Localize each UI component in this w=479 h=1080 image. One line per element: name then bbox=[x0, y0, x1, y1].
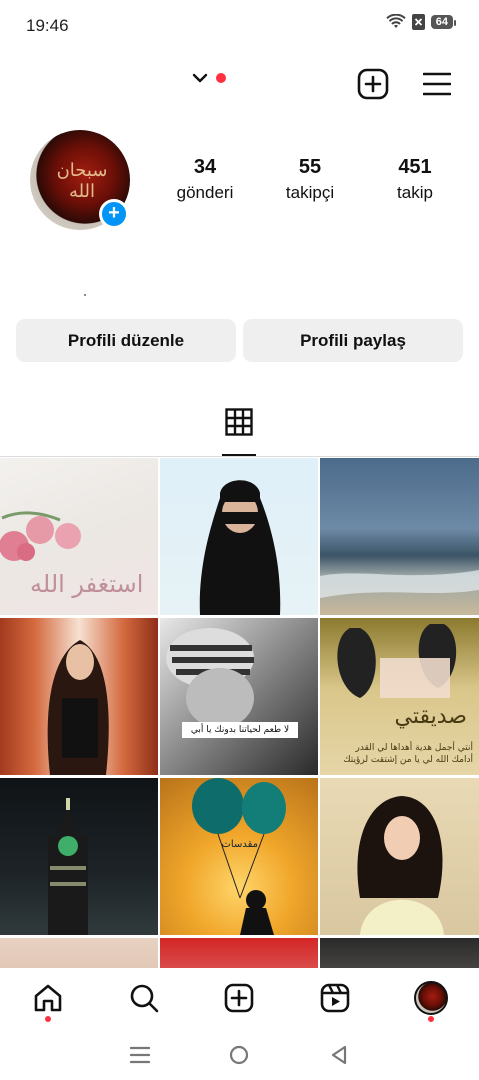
nav-reels[interactable] bbox=[315, 978, 355, 1018]
grid-icon bbox=[225, 408, 253, 436]
stat-label: gönderi bbox=[176, 183, 234, 202]
nav-search[interactable] bbox=[124, 978, 164, 1018]
avatar-container: سبحان الله + bbox=[30, 130, 130, 230]
post-thumbnail[interactable]: استغفر الله bbox=[0, 458, 158, 615]
stat-following[interactable]: 451 takip bbox=[370, 156, 460, 203]
profile-avatar bbox=[414, 981, 449, 1015]
share-profile-button[interactable]: Profili paylaş bbox=[243, 319, 463, 362]
add-story-button[interactable]: + bbox=[99, 199, 129, 229]
nav-home[interactable] bbox=[28, 978, 68, 1022]
stat-posts[interactable]: 34 gönderi bbox=[160, 156, 250, 203]
back-icon bbox=[332, 1045, 347, 1065]
nav-profile[interactable] bbox=[411, 978, 451, 1022]
recents-button[interactable] bbox=[127, 1042, 153, 1068]
edit-profile-button[interactable]: Profili düzenle bbox=[16, 319, 236, 362]
top-bar bbox=[0, 60, 479, 110]
stat-count: 55 bbox=[298, 156, 322, 178]
post-caption-title: صديقتي bbox=[394, 704, 467, 729]
no-sim-icon bbox=[411, 14, 425, 30]
stat-count: 34 bbox=[193, 156, 217, 178]
post-caption: لا طعم لحياتنا بدونك يا أبي bbox=[182, 722, 298, 738]
post-thumbnail[interactable] bbox=[160, 458, 318, 615]
battery-icon: 64 bbox=[430, 15, 457, 29]
system-nav bbox=[0, 1030, 479, 1080]
top-actions bbox=[357, 68, 451, 100]
new-post-icon[interactable] bbox=[357, 68, 389, 100]
posts-grid: استغفر الله لا طعم لحياتنا بدونك يا أبي bbox=[0, 458, 479, 968]
account-switcher[interactable] bbox=[192, 72, 226, 84]
post-thumbnail[interactable] bbox=[0, 778, 158, 935]
nav-create[interactable] bbox=[219, 978, 259, 1018]
post-thumbnail[interactable] bbox=[160, 938, 318, 968]
post-caption: مقدسات bbox=[221, 839, 258, 850]
tab-grid[interactable] bbox=[222, 408, 256, 458]
girl-portrait-illustration bbox=[47, 640, 109, 775]
nav-notification-dot bbox=[428, 1016, 435, 1022]
post-thumbnail[interactable]: لا طعم لحياتنا بدونك يا أبي bbox=[160, 618, 318, 775]
home-circle-icon bbox=[230, 1045, 249, 1065]
seascape-illustration bbox=[320, 570, 479, 598]
stat-count: 451 bbox=[398, 156, 432, 178]
bottom-nav bbox=[0, 970, 479, 1026]
profile-stats: 34 gönderi 55 takipçi 451 takip bbox=[160, 156, 460, 203]
post-thumbnail[interactable] bbox=[320, 778, 479, 935]
recents-icon bbox=[129, 1046, 150, 1064]
post-thumbnail[interactable] bbox=[0, 938, 158, 968]
bio-text bbox=[84, 294, 86, 296]
back-button[interactable] bbox=[326, 1042, 352, 1068]
post-thumbnail[interactable]: مقدسات bbox=[160, 778, 318, 935]
post-caption: استغفر الله bbox=[30, 570, 144, 598]
menu-icon[interactable] bbox=[423, 71, 451, 97]
child-hat-illustration bbox=[166, 628, 254, 728]
stat-label: takipçi bbox=[285, 183, 335, 202]
stat-followers[interactable]: 55 takipçi bbox=[265, 156, 355, 203]
post-thumbnail[interactable] bbox=[0, 618, 158, 775]
girl-yellow-illustration bbox=[357, 796, 444, 935]
notification-dot bbox=[216, 73, 226, 83]
post-thumbnail[interactable] bbox=[320, 938, 479, 968]
home-icon bbox=[34, 984, 62, 1012]
wifi-icon bbox=[386, 14, 406, 28]
status-icons: 64 bbox=[386, 14, 457, 30]
profile-header: سبحان الله + 34 gönderi 55 takipçi 451 t… bbox=[0, 130, 479, 230]
chevron-down-icon bbox=[192, 73, 208, 83]
content-tabs bbox=[0, 403, 479, 457]
stat-label: takip bbox=[397, 183, 433, 202]
search-icon bbox=[130, 984, 158, 1013]
post-thumbnail[interactable] bbox=[320, 458, 479, 615]
post-caption: أنتي أجمل هدية أهداها لي القدر أدامك الل… bbox=[343, 743, 473, 765]
nav-notification-dot bbox=[44, 1016, 51, 1022]
reels-icon bbox=[320, 983, 350, 1013]
home-button[interactable] bbox=[226, 1042, 252, 1068]
create-icon bbox=[225, 983, 254, 1013]
avatar-calligraphy: سبحان الله bbox=[56, 160, 108, 202]
post-thumbnail[interactable]: صديقتي أنتي أجمل هدية أهداها لي القدر أد… bbox=[320, 618, 479, 775]
balloons-illustration bbox=[192, 778, 286, 935]
clock-tower-illustration bbox=[48, 798, 88, 935]
profile-actions: Profili düzenle Profili paylaş bbox=[16, 319, 463, 362]
status-time: 19:46 bbox=[26, 16, 69, 35]
status-bar: 19:46 64 bbox=[0, 0, 479, 52]
veiled-girl-illustration bbox=[199, 480, 281, 615]
